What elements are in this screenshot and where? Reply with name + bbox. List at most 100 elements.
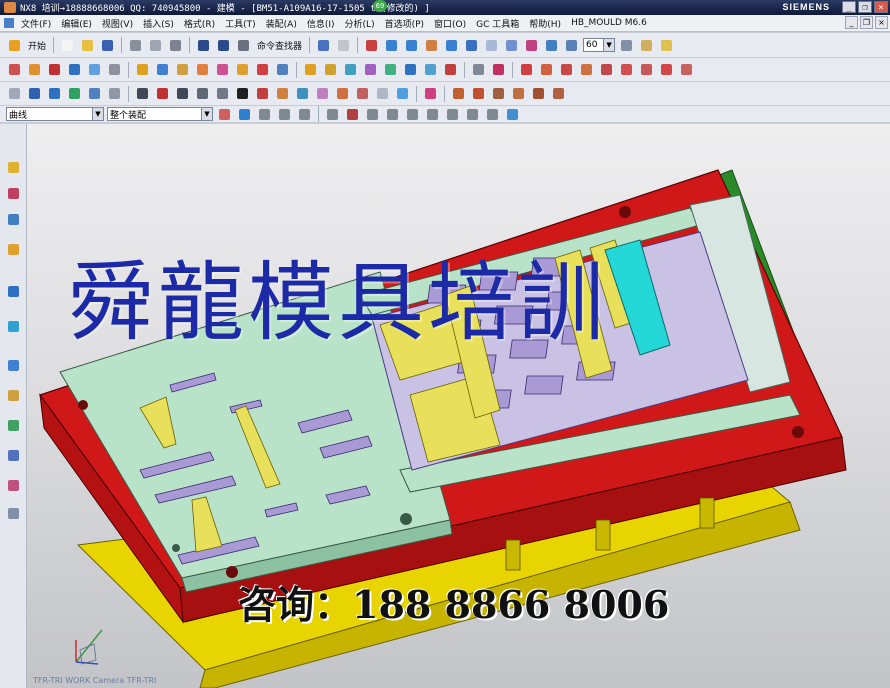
part-family-icon[interactable] [26, 61, 43, 78]
shell-icon[interactable] [374, 85, 391, 102]
bridge-curve-icon[interactable] [490, 85, 507, 102]
standard-part-icon[interactable] [134, 61, 151, 78]
command-finder-icon[interactable] [235, 37, 252, 54]
datum-icon[interactable] [106, 85, 123, 102]
unite-icon[interactable] [638, 61, 655, 78]
intersection-point-icon[interactable] [404, 106, 421, 122]
cavity-layout-icon[interactable] [86, 61, 103, 78]
electrode-icon[interactable] [274, 61, 291, 78]
ruler-icon[interactable] [638, 37, 655, 54]
hole-icon[interactable] [66, 85, 83, 102]
zoom-combo[interactable]: 60 ▼ [583, 38, 616, 52]
menu-gc-toolkit[interactable]: GC 工具箱 [471, 17, 524, 30]
save-icon[interactable] [99, 37, 116, 54]
line-icon[interactable] [134, 85, 151, 102]
existing-point-icon[interactable] [464, 106, 481, 122]
redo-icon[interactable] [215, 37, 232, 54]
paste-icon[interactable] [167, 37, 184, 54]
menu-hb-mould[interactable]: HB_MOULD M6.6 [566, 18, 652, 28]
restore-button[interactable]: ❐ [858, 1, 872, 13]
constraint-navigator-icon[interactable] [5, 184, 22, 203]
edit-object-icon[interactable] [658, 37, 675, 54]
section-icon[interactable] [523, 37, 540, 54]
subtract-icon[interactable] [618, 61, 635, 78]
part-navigator-icon[interactable] [5, 210, 22, 229]
sketch-icon[interactable] [6, 85, 23, 102]
join-curve-icon[interactable] [510, 85, 527, 102]
spline-icon[interactable] [194, 85, 211, 102]
quadrant-point-icon[interactable] [444, 106, 461, 122]
control-point-icon[interactable] [384, 106, 401, 122]
view-orient-icon[interactable] [503, 37, 520, 54]
start-button[interactable]: 开始 [26, 39, 48, 52]
arc-center-icon[interactable] [424, 106, 441, 122]
bom-icon[interactable] [402, 61, 419, 78]
patch-icon[interactable] [362, 61, 379, 78]
point-on-face-icon[interactable] [504, 106, 521, 122]
menu-file[interactable]: 文件(F) [16, 17, 56, 30]
minimize-button[interactable]: _ [842, 1, 856, 13]
menu-format[interactable]: 格式(R) [179, 17, 220, 30]
lifter-icon[interactable] [194, 61, 211, 78]
menu-insert[interactable]: 插入(S) [138, 17, 179, 30]
start-icon[interactable] [6, 37, 23, 54]
snap-point-icon[interactable] [324, 106, 341, 122]
mid-point-icon[interactable] [364, 106, 381, 122]
menu-tools[interactable]: 工具(T) [220, 17, 261, 30]
revolve-icon[interactable] [46, 85, 63, 102]
measure-icon[interactable] [618, 37, 635, 54]
undo-icon[interactable] [195, 37, 212, 54]
divide-curve-icon[interactable] [530, 85, 547, 102]
menu-edit[interactable]: 编辑(E) [56, 17, 97, 30]
arc-icon[interactable] [154, 85, 171, 102]
chevron-down-icon[interactable]: ▼ [603, 39, 615, 51]
doc-close-button[interactable]: × [875, 16, 888, 29]
manufacturing-wizard-icon[interactable] [5, 446, 22, 465]
end-point-icon[interactable] [344, 106, 361, 122]
hd3d-tools-icon[interactable] [5, 282, 22, 301]
mirror-icon[interactable] [294, 85, 311, 102]
wireframe-icon[interactable] [483, 37, 500, 54]
system-materials-icon[interactable] [5, 386, 22, 405]
extrude-icon[interactable] [26, 85, 43, 102]
filter-settings-icon[interactable] [216, 106, 233, 122]
doc-restore-button[interactable]: ❐ [860, 16, 873, 29]
view-manager-icon[interactable] [490, 61, 507, 78]
select-all-icon[interactable] [236, 106, 253, 122]
rectangle-icon[interactable] [174, 85, 191, 102]
web-browser-icon[interactable] [5, 317, 22, 336]
selection-scope-combo[interactable]: 整个装配 ▼ [107, 107, 213, 121]
menu-preferences[interactable]: 首选项(P) [380, 17, 429, 30]
extend-curve-icon[interactable] [550, 85, 567, 102]
history-icon[interactable] [5, 356, 22, 375]
edge-select-icon[interactable] [296, 106, 313, 122]
check-icon[interactable] [382, 61, 399, 78]
copy-icon[interactable] [147, 37, 164, 54]
pattern-icon[interactable] [314, 85, 331, 102]
intersect-icon[interactable] [658, 61, 675, 78]
chevron-down-icon[interactable]: ▼ [92, 108, 103, 120]
menu-view[interactable]: 视图(V) [97, 17, 138, 30]
pocket-icon[interactable] [302, 61, 319, 78]
text-icon[interactable] [234, 85, 251, 102]
insert-icon[interactable] [470, 61, 487, 78]
roles-icon[interactable] [5, 476, 22, 495]
runner-icon[interactable] [234, 61, 251, 78]
cooling-icon[interactable] [254, 61, 271, 78]
block-icon[interactable] [598, 61, 615, 78]
rotate-icon[interactable] [443, 37, 460, 54]
new-file-icon[interactable] [59, 37, 76, 54]
shaded-icon[interactable] [463, 37, 480, 54]
fit-icon[interactable] [363, 37, 380, 54]
cut-icon[interactable] [127, 37, 144, 54]
notification-badge[interactable]: 69 [373, 0, 387, 12]
zoom-area-icon[interactable] [403, 37, 420, 54]
mold-wizard-icon[interactable] [6, 61, 23, 78]
curve-icon[interactable] [450, 85, 467, 102]
system-scenes-icon[interactable] [5, 504, 22, 523]
cone-icon[interactable] [558, 61, 575, 78]
offset-icon[interactable] [274, 85, 291, 102]
close-button[interactable]: × [874, 1, 888, 13]
replace-face-icon[interactable] [678, 61, 695, 78]
box-icon[interactable] [518, 61, 535, 78]
